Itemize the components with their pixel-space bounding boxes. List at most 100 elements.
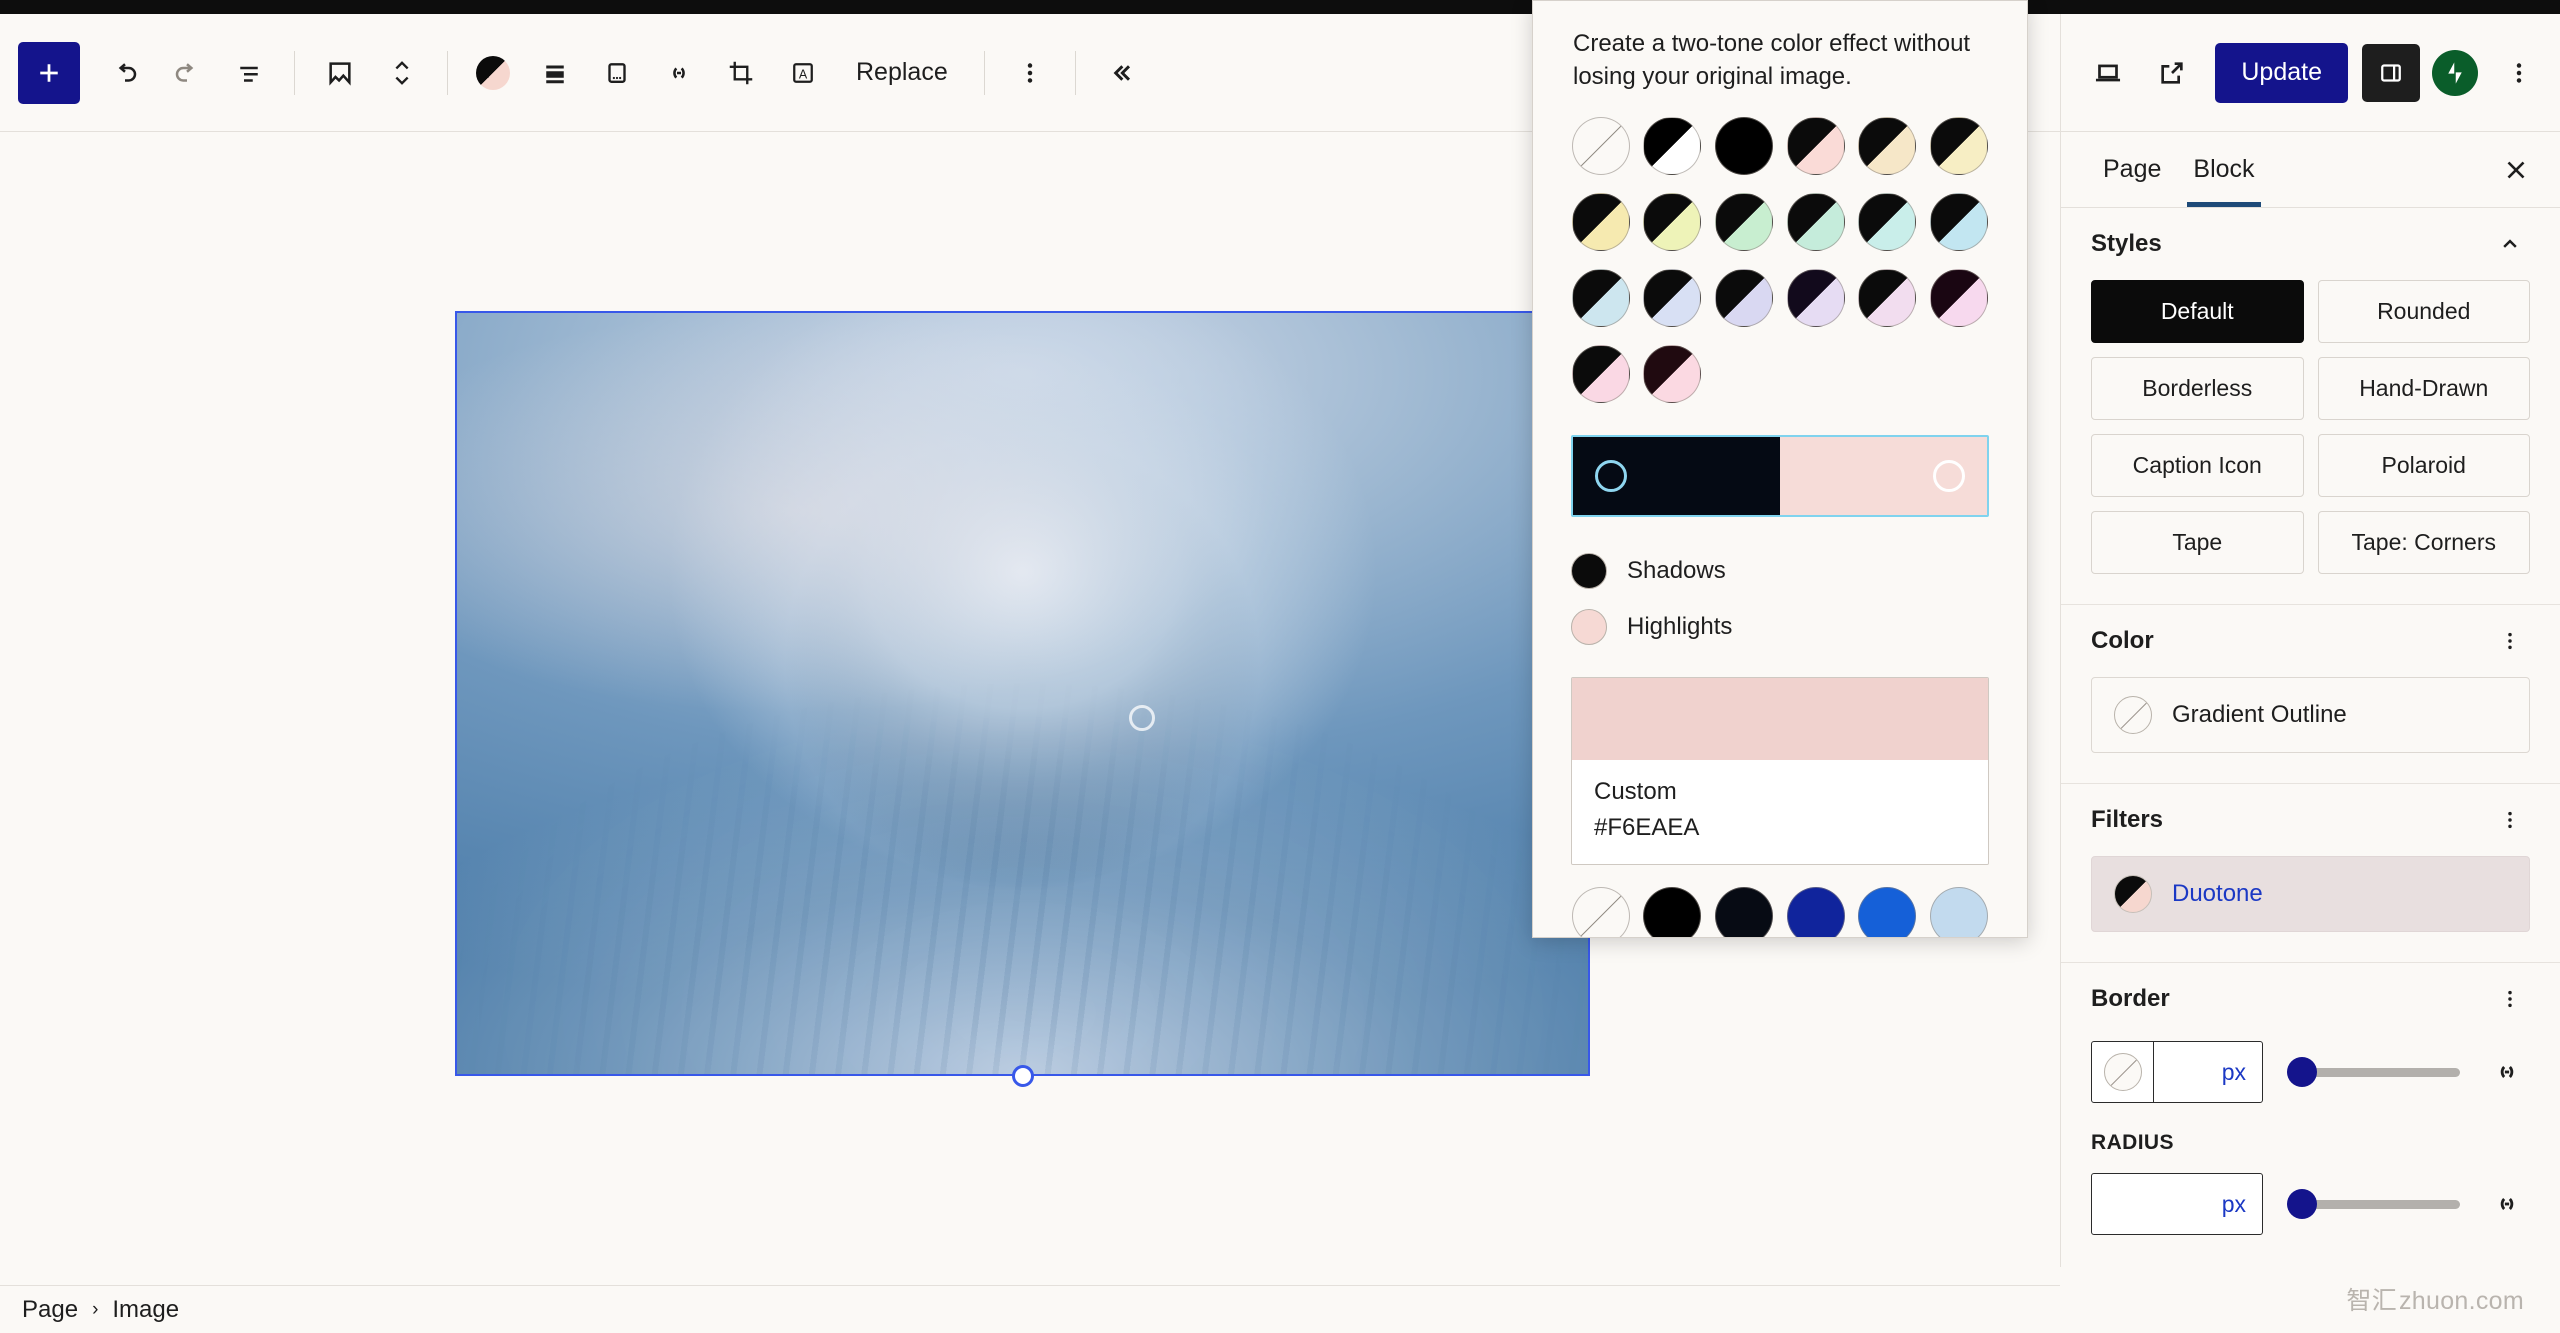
tab-page[interactable]: Page — [2087, 132, 2177, 207]
border-width-unit[interactable]: px — [2154, 1042, 2262, 1102]
border-panel-options-button[interactable] — [2490, 979, 2530, 1019]
style-variation-borderless[interactable]: Borderless — [2091, 357, 2304, 420]
styles-panel-header[interactable]: Styles — [2091, 208, 2530, 280]
style-variation-tape[interactable]: Tape — [2091, 511, 2304, 574]
duotone-palette-color-4[interactable] — [1858, 887, 1917, 937]
add-text-over-image-button[interactable]: A — [772, 42, 834, 104]
document-overview-button[interactable] — [218, 42, 280, 104]
duotone-preset-18[interactable] — [1571, 345, 1630, 404]
editor-options-button[interactable] — [2490, 44, 2548, 102]
border-panel-header: Border — [2091, 963, 2530, 1035]
duotone-preset-19[interactable] — [1643, 345, 1702, 404]
style-variation-polaroid[interactable]: Polaroid — [2317, 434, 2530, 497]
border-color-and-width-input[interactable]: px — [2091, 1041, 2263, 1103]
style-variation-caption-icon[interactable]: Caption Icon — [2091, 434, 2304, 497]
radius-link-corners-button[interactable] — [2484, 1181, 2530, 1227]
duotone-shadow-half[interactable] — [1573, 437, 1780, 516]
duotone-palette-color-5[interactable] — [1930, 887, 1989, 937]
duotone-preset-13[interactable] — [1643, 269, 1702, 328]
undo-button[interactable] — [94, 42, 156, 104]
duotone-preset-9[interactable] — [1786, 193, 1845, 252]
redo-button[interactable] — [156, 42, 218, 104]
border-radius-slider-thumb[interactable] — [2287, 1189, 2317, 1219]
duotone-preset-11[interactable] — [1930, 193, 1989, 252]
tab-block[interactable]: Block — [2177, 132, 2270, 207]
close-sidebar-button[interactable] — [2492, 146, 2540, 194]
editor-root: A Replace Page › Image Update Page Block… — [0, 0, 2560, 1333]
duotone-palette-color-1[interactable] — [1643, 887, 1702, 937]
filters-panel-title: Filters — [2091, 806, 2164, 833]
duotone-palette-color-2[interactable] — [1715, 887, 1774, 937]
add-block-button[interactable] — [18, 41, 80, 104]
border-radius-slider[interactable] — [2287, 1184, 2460, 1224]
duotone-preset-17[interactable] — [1930, 269, 1989, 328]
duotone-preset-2[interactable] — [1715, 117, 1774, 176]
border-radius-input[interactable]: px — [2091, 1173, 2263, 1235]
caption-button[interactable] — [586, 42, 648, 104]
duotone-preset-14[interactable] — [1715, 269, 1774, 328]
styles-collapse-toggle[interactable] — [2490, 224, 2530, 264]
duotone-label: Duotone — [2172, 880, 2263, 907]
legend-highlights[interactable]: Highlights — [1571, 599, 1989, 655]
move-block-button[interactable] — [371, 42, 433, 104]
style-variation-hand-drawn[interactable]: Hand-Drawn — [2317, 357, 2530, 420]
border-link-sides-button[interactable] — [2484, 1049, 2530, 1095]
duotone-preset-8[interactable] — [1715, 193, 1774, 252]
border-width-slider[interactable] — [2287, 1052, 2460, 1092]
border-color-swatch-button[interactable] — [2092, 1042, 2154, 1102]
image-block[interactable] — [455, 311, 1590, 1076]
duotone-preset-5[interactable] — [1930, 117, 1989, 176]
duotone-gradient-slider[interactable] — [1571, 435, 1989, 518]
more-options-button[interactable] — [999, 42, 1061, 104]
legend-shadows[interactable]: Shadows — [1571, 543, 1989, 599]
duotone-preset-6[interactable] — [1571, 193, 1630, 252]
align-button[interactable] — [524, 42, 586, 104]
update-button[interactable]: Update — [2215, 42, 2348, 103]
duotone-preset-1[interactable] — [1643, 117, 1702, 176]
border-radius-unit[interactable]: px — [2092, 1174, 2262, 1234]
settings-panel-toggle[interactable] — [2362, 43, 2420, 102]
image-block-wrapper[interactable] — [455, 311, 1590, 1087]
breadcrumb-item-page[interactable]: Page — [22, 1296, 78, 1324]
crop-button[interactable] — [710, 42, 772, 104]
jetpack-icon[interactable] — [2432, 49, 2478, 96]
duotone-legend: Shadows Highlights — [1533, 527, 2027, 659]
duotone-palette-color-0[interactable] — [1571, 887, 1630, 937]
duotone-preset-3[interactable] — [1786, 117, 1845, 176]
duotone-preset-7[interactable] — [1643, 193, 1702, 252]
gradient-outline-row[interactable]: Gradient Outline — [2091, 677, 2530, 753]
sidebar-tabs: Page Block — [2061, 132, 2560, 208]
custom-color-card[interactable]: Custom #F6EAEA — [1571, 677, 1989, 866]
duotone-shadow-knob[interactable] — [1595, 460, 1627, 493]
duotone-preset-10[interactable] — [1858, 193, 1917, 252]
double-chevron-left-icon — [1113, 64, 1130, 81]
style-variation-default[interactable]: Default — [2091, 280, 2304, 343]
breadcrumb-item-image[interactable]: Image — [112, 1296, 179, 1324]
view-device-button[interactable] — [2079, 44, 2137, 102]
block-type-image-button[interactable] — [309, 42, 371, 104]
duotone-highlight-knob[interactable] — [1933, 460, 1965, 493]
duotone-preset-0[interactable] — [1571, 117, 1630, 176]
image-focal-point-indicator[interactable] — [1129, 705, 1155, 731]
replace-button[interactable]: Replace — [834, 42, 970, 104]
border-width-slider-thumb[interactable] — [2287, 1057, 2317, 1087]
collapse-toolbar-button[interactable] — [1090, 42, 1152, 104]
duotone-preset-15[interactable] — [1786, 269, 1845, 328]
style-variation-rounded[interactable]: Rounded — [2317, 280, 2530, 343]
styles-panel-title: Styles — [2091, 230, 2162, 257]
view-page-button[interactable] — [2143, 44, 2201, 102]
duotone-row[interactable]: Duotone — [2091, 856, 2530, 932]
style-variation-tape-corners[interactable]: Tape: Corners — [2317, 511, 2530, 574]
duotone-preset-16[interactable] — [1858, 269, 1917, 328]
link-button[interactable] — [648, 42, 710, 104]
filters-panel-options-button[interactable] — [2490, 800, 2530, 840]
undo-arrow-icon — [118, 62, 137, 82]
color-panel-options-button[interactable] — [2490, 621, 2530, 661]
duotone-palette-color-3[interactable] — [1786, 887, 1845, 937]
duotone-filter-button[interactable] — [462, 42, 524, 104]
image-resize-handle-bottom[interactable] — [1011, 1065, 1034, 1087]
settings-sidebar: Update Page Block Styles Default Rounded… — [2060, 14, 2560, 1267]
duotone-preset-12[interactable] — [1571, 269, 1630, 328]
duotone-highlight-half[interactable] — [1780, 437, 1987, 516]
duotone-preset-4[interactable] — [1858, 117, 1917, 176]
